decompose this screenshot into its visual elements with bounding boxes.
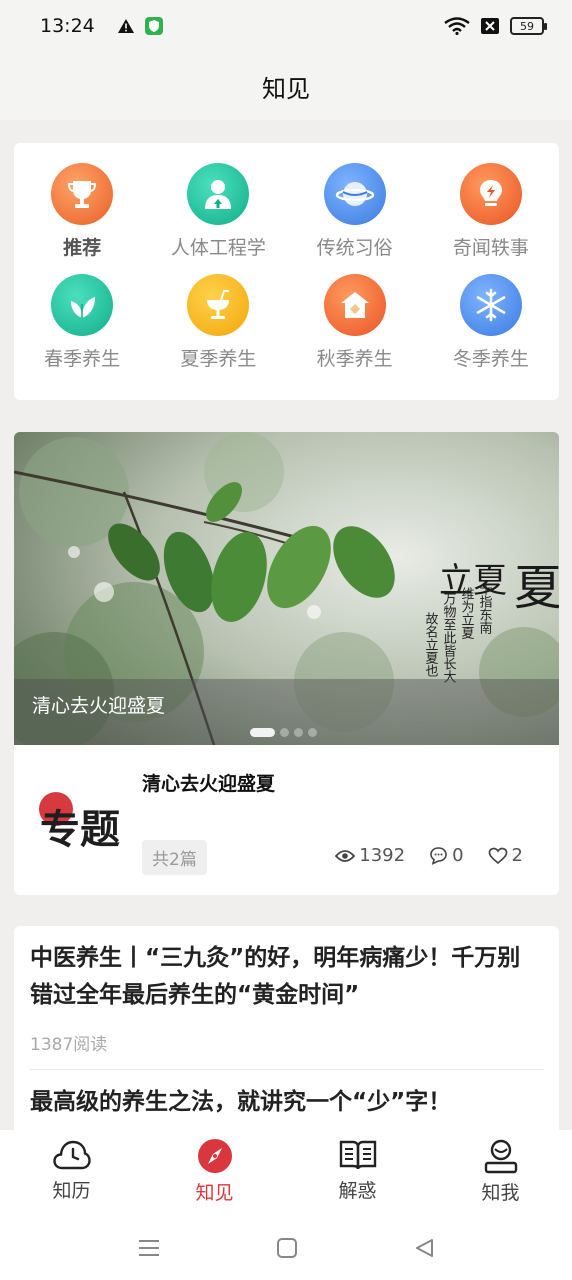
warning-icon xyxy=(117,19,134,33)
category-grid: 推荐 人体工程学 传统习俗 奇闻轶事 春季养生 夏季养生 秋季养生 冬季养生 xyxy=(14,143,559,400)
topic-count-badge: 共2篇 xyxy=(142,840,207,875)
category-label: 夏季养生 xyxy=(180,348,257,370)
sim-off-icon xyxy=(481,18,499,34)
comments-stat[interactable]: 0 xyxy=(429,845,464,866)
bottom-tab-bar: 知历 知见 解惑 知我 xyxy=(0,1130,572,1216)
svg-text:维为立夏: 维为立夏 xyxy=(459,587,475,639)
tab-me[interactable]: 知我 xyxy=(429,1130,572,1216)
tab-discover[interactable]: 知见 xyxy=(143,1130,286,1216)
svg-text:万物至此皆长大: 万物至此皆长大 xyxy=(441,592,457,683)
snowflake-icon xyxy=(459,274,522,336)
carousel-dot-active xyxy=(250,728,275,737)
home-icon[interactable] xyxy=(276,1237,298,1259)
carousel-indicator xyxy=(250,728,317,737)
battery-level: 59 xyxy=(520,19,534,33)
category-label: 春季养生 xyxy=(44,348,121,370)
status-bar: 13:24 59 xyxy=(0,0,572,52)
carousel-dot xyxy=(280,728,289,737)
tab-label: 知我 xyxy=(481,1182,520,1204)
category-item-spring[interactable]: 春季养生 xyxy=(14,274,150,371)
article-list: 中医养生丨“三九灸”的好，明年病痛少！千万别错过全年最后养生的“黄金时间” 13… xyxy=(14,926,559,1146)
topic-logo-text: 专题 xyxy=(40,806,120,853)
tab-label: 解惑 xyxy=(338,1180,377,1202)
tab-calendar[interactable]: 知历 xyxy=(0,1130,143,1216)
banner-carousel[interactable]: 夏 立夏 十指东南 维为立夏 万物至此皆长大 故名立夏也 清心去火迎盛夏 xyxy=(14,432,559,745)
tab-label: 知见 xyxy=(195,1182,234,1204)
category-label: 冬季养生 xyxy=(452,348,529,370)
header: 知见 xyxy=(0,52,572,120)
battery-icon: 59 xyxy=(510,17,547,35)
back-icon[interactable] xyxy=(413,1237,435,1259)
person-icon xyxy=(187,163,250,225)
comments-count: 0 xyxy=(452,845,464,866)
carousel-dot xyxy=(308,728,317,737)
tab-qa[interactable]: 解惑 xyxy=(286,1130,429,1216)
tab-label: 知历 xyxy=(52,1180,91,1202)
svg-text:十指东南: 十指东南 xyxy=(477,582,493,634)
page-title: 知见 xyxy=(262,74,310,103)
category-label: 推荐 xyxy=(63,237,102,259)
house-icon xyxy=(323,274,386,336)
calligraphy-char: 夏 xyxy=(514,560,559,616)
category-item-anecdotes[interactable]: 奇闻轶事 xyxy=(423,163,559,260)
topic-card[interactable]: 专题 清心去火迎盛夏 共2篇 1392 0 2 xyxy=(14,745,559,895)
user-icon xyxy=(484,1139,517,1174)
views-stat: 1392 xyxy=(335,845,405,866)
category-label: 秋季养生 xyxy=(316,348,393,370)
heart-icon xyxy=(488,847,507,864)
likes-count: 2 xyxy=(511,845,523,866)
comment-icon xyxy=(430,847,447,865)
category-item-customs[interactable]: 传统习俗 xyxy=(287,163,423,260)
clock-icon xyxy=(52,1140,91,1170)
bulb-icon xyxy=(459,163,522,225)
compass-icon xyxy=(197,1139,232,1173)
category-item-ergonomics[interactable]: 人体工程学 xyxy=(150,163,286,260)
category-item-summer[interactable]: 夏季养生 xyxy=(150,274,286,371)
trophy-icon xyxy=(51,163,114,225)
book-icon xyxy=(339,1140,376,1170)
topic-title: 清心去火迎盛夏 xyxy=(142,773,276,795)
wifi-icon xyxy=(444,17,470,35)
shield-icon xyxy=(144,17,163,35)
category-item-autumn[interactable]: 秋季养生 xyxy=(287,274,423,371)
likes-stat[interactable]: 2 xyxy=(488,845,523,866)
article-title[interactable]: 最高级的养生之法，就讲究一个“少”字！ xyxy=(30,1084,542,1121)
eye-icon xyxy=(335,849,356,862)
menu-icon[interactable] xyxy=(137,1238,161,1258)
views-count: 1392 xyxy=(359,845,406,866)
carousel-dot xyxy=(294,728,303,737)
topic-stats: 1392 0 2 xyxy=(335,845,523,866)
status-time: 13:24 xyxy=(40,15,95,37)
svg-text:故名立夏也: 故名立夏也 xyxy=(423,612,439,677)
category-item-winter[interactable]: 冬季养生 xyxy=(423,274,559,371)
banner-caption: 清心去火迎盛夏 xyxy=(32,695,166,717)
planet-icon xyxy=(323,163,386,225)
drink-icon xyxy=(187,274,250,336)
divider xyxy=(30,1069,544,1070)
topic-logo: 专题 xyxy=(36,785,146,855)
category-label: 传统习俗 xyxy=(316,237,393,259)
article-read-count: 1387阅读 xyxy=(30,1035,108,1055)
article-title[interactable]: 中医养生丨“三九灸”的好，明年病痛少！千万别错过全年最后养生的“黄金时间” xyxy=(30,940,542,1014)
category-label: 奇闻轶事 xyxy=(452,237,529,259)
category-item-recommend[interactable]: 推荐 xyxy=(14,163,150,260)
system-nav-bar xyxy=(0,1216,572,1280)
category-label: 人体工程学 xyxy=(170,237,266,259)
leaf-icon xyxy=(51,274,114,336)
